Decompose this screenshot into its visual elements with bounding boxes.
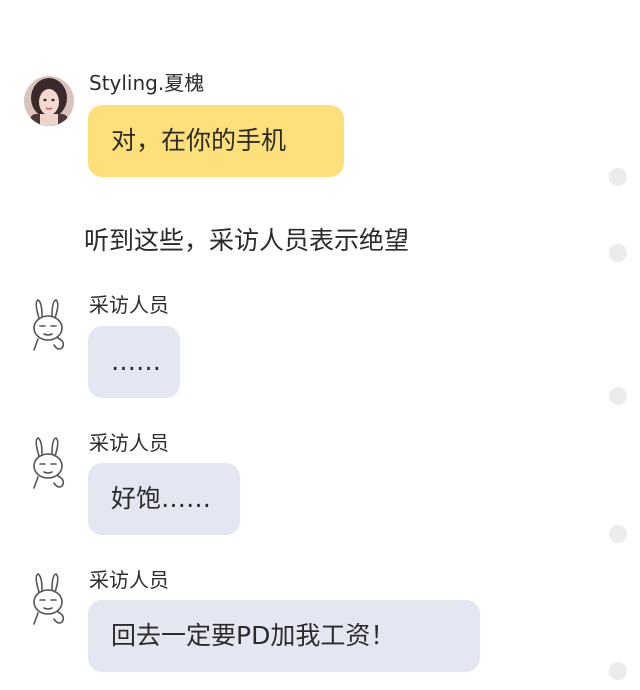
scroll-dot <box>609 387 627 405</box>
avatar[interactable] <box>24 76 74 126</box>
sender-name: Styling.夏槐 <box>89 71 205 95</box>
message-bubble[interactable]: 对，在你的手机 <box>88 105 344 177</box>
scroll-dot <box>609 244 627 262</box>
rabbit-sticker-icon[interactable] <box>24 436 72 492</box>
scroll-dot <box>609 525 627 543</box>
sender-name: 采访人员 <box>89 568 169 592</box>
scroll-dot <box>609 662 627 680</box>
message-bubble[interactable]: 回去一定要PD加我工资！ <box>88 600 480 672</box>
scroll-dot <box>609 168 627 186</box>
narration-text: 听到这些，采访人员表示绝望 <box>84 226 410 255</box>
chat-view: Styling.夏槐 对，在你的手机 听到这些，采访人员表示绝望 采访人员 …… <box>0 0 640 690</box>
rabbit-sticker-icon[interactable] <box>24 572 72 628</box>
woman-portrait-icon <box>24 76 74 126</box>
message-bubble[interactable]: …… <box>88 326 180 398</box>
message-bubble[interactable]: 好饱…… <box>88 463 240 535</box>
sender-name: 采访人员 <box>89 431 169 455</box>
rabbit-sticker-icon[interactable] <box>24 298 72 354</box>
sender-name: 采访人员 <box>89 293 169 317</box>
